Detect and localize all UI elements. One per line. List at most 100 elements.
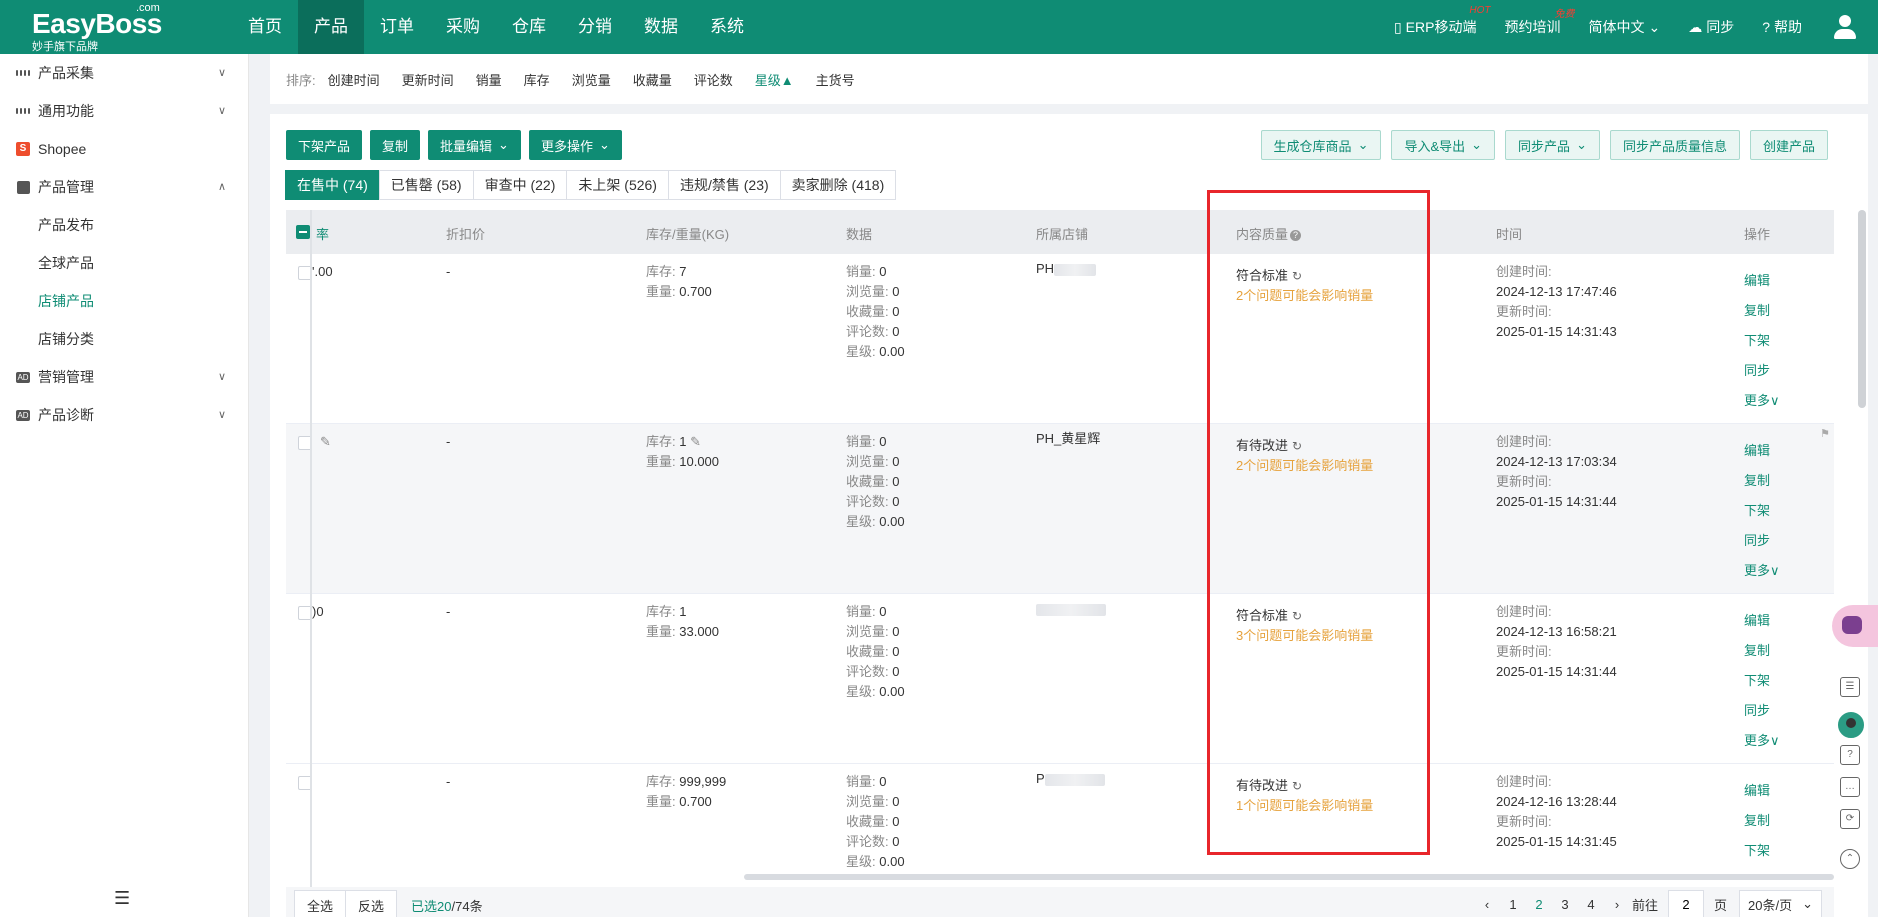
sort-stars[interactable]: 星级▲ [755,70,794,89]
sidebar-item-product-management[interactable]: 产品管理 ∧ [0,168,248,206]
refresh-link-icon[interactable]: ⟳ [1840,809,1860,829]
erp-mobile-link[interactable]: ▯ ERP移动端 HOT [1380,5,1491,37]
more-link[interactable]: 更多∨ [1744,386,1780,416]
pencil-icon[interactable]: ✎ [320,432,331,452]
nav-system[interactable]: 系统 [694,0,760,54]
sidebar-sub-global[interactable]: 全球产品 [0,244,248,282]
create-product-button[interactable]: 创建产品 [1749,130,1828,160]
sync-products-button[interactable]: 同步产品 ⌄ [1505,130,1600,160]
language-select[interactable]: 简体中文 ⌄ [1574,17,1674,37]
page-jump-input[interactable] [1668,890,1704,917]
page-2[interactable]: 2 [1528,897,1550,912]
sidebar-sub-store-categories[interactable]: 店铺分类 [0,320,248,358]
nav-products[interactable]: 产品 [298,0,364,54]
copy-link[interactable]: 复制 [1744,466,1780,496]
logo[interactable]: EasyBoss .com 妙手旗下品牌 [30,2,190,53]
sync-link[interactable]: 同步 [1744,696,1780,726]
sidebar-item-collection[interactable]: 产品采集 ∨ [0,54,248,92]
delist-link[interactable]: 下架 [1744,666,1780,696]
page-4[interactable]: 4 [1580,897,1602,912]
user-avatar-icon[interactable] [1832,14,1858,40]
question-icon[interactable]: ? [1290,230,1302,241]
help-button[interactable]: ? 帮助 [1748,17,1816,37]
tab-on-sale[interactable]: 在售中 (74) [285,170,380,200]
support-avatar-icon[interactable] [1836,710,1866,740]
edit-link[interactable]: 编辑 [1744,776,1770,806]
edit-link[interactable]: 编辑 [1744,436,1780,466]
delist-link[interactable]: 下架 [1744,326,1780,356]
invert-selection-button[interactable]: 反选 [345,890,398,917]
more-link[interactable]: 更多∨ [1744,726,1780,756]
sync-link[interactable]: 同步 [1744,356,1780,386]
cloud-icon: ☁ [1688,18,1703,35]
edit-link[interactable]: 编辑 [1744,606,1780,636]
quality-issues[interactable]: 3个问题可能会影响销量 [1236,626,1373,646]
menu-collapse-icon[interactable]: ☰ [114,888,130,909]
sidebar-item-shopee[interactable]: S Shopee [0,130,248,168]
nav-data[interactable]: 数据 [628,0,694,54]
select-all-button[interactable]: 全选 [294,890,347,917]
select-all-checkbox[interactable] [296,225,310,239]
sidebar-item-marketing[interactable]: AD 营销管理 ∨ [0,358,248,396]
tab-unlisted[interactable]: 未上架 (526) [566,170,669,200]
refresh-icon[interactable]: ↻ [1292,606,1302,626]
sort-sales[interactable]: 销量 [476,70,502,89]
sync-link[interactable]: 同步 [1744,526,1780,556]
delist-products-button[interactable]: 下架产品 [286,130,363,160]
nav-home[interactable]: 首页 [232,0,298,54]
checklist-icon[interactable]: ☰ [1840,677,1860,697]
nav-distribution[interactable]: 分销 [562,0,628,54]
batch-edit-button[interactable]: 批量编辑 ⌄ [428,130,521,160]
gen-warehouse-button[interactable]: 生成仓库商品 ⌄ [1260,130,1382,160]
next-page-icon[interactable]: › [1606,897,1628,912]
refresh-icon[interactable]: ↻ [1292,436,1302,456]
sync-button[interactable]: ☁ 同步 [1674,17,1748,37]
quality-issues[interactable]: 1个问题可能会影响销量 [1236,796,1373,816]
prev-page-icon[interactable]: ‹ [1476,897,1498,912]
copy-link[interactable]: 复制 [1744,806,1770,836]
training-link[interactable]: 预约培训 免费 [1490,9,1574,37]
copy-button[interactable]: 复制 [370,130,421,160]
refresh-icon[interactable]: ↻ [1292,266,1302,286]
tab-banned[interactable]: 违规/禁售 (23) [667,170,781,200]
vertical-scrollbar[interactable] [1858,210,1866,408]
sidebar-item-diagnosis[interactable]: AD 产品诊断 ∨ [0,396,248,434]
faq-icon[interactable]: ? [1840,745,1860,765]
more-ops-button[interactable]: 更多操作 ⌄ [528,130,622,160]
sort-updated[interactable]: 更新时间 [402,70,454,89]
sidebar-sub-publish[interactable]: 产品发布 [0,206,248,244]
sort-created[interactable]: 创建时间 [328,70,380,89]
horizontal-scrollbar[interactable] [744,874,1834,880]
page-3[interactable]: 3 [1554,897,1576,912]
import-export-button[interactable]: 导入&导出 ⌄ [1391,130,1496,160]
back-to-top-icon[interactable]: ⌃ [1840,849,1860,869]
sort-favorites[interactable]: 收藏量 [633,70,672,89]
quality-issues[interactable]: 2个问题可能会影响销量 [1236,286,1373,306]
tab-reviewing[interactable]: 审查中 (22) [472,170,568,200]
page-1[interactable]: 1 [1502,897,1524,912]
sort-sku[interactable]: 主货号 [816,70,855,89]
delist-link[interactable]: 下架 [1744,496,1780,526]
sort-reviews[interactable]: 评论数 [694,70,733,89]
sort-stock[interactable]: 库存 [524,70,550,89]
quality-issues[interactable]: 2个问题可能会影响销量 [1236,456,1373,476]
delist-link[interactable]: 下架 [1744,836,1770,866]
tab-sold-out[interactable]: 已售罄 (58) [378,170,474,200]
sidebar-sub-store-products[interactable]: 店铺产品 [0,282,248,320]
copy-link[interactable]: 复制 [1744,636,1780,666]
edit-link[interactable]: 编辑 [1744,266,1780,296]
chat-icon[interactable]: … [1840,777,1860,797]
sync-quality-button[interactable]: 同步产品质量信息 [1609,130,1740,160]
more-link[interactable]: 更多∨ [1744,556,1780,586]
tab-seller-deleted[interactable]: 卖家删除 (418) [779,170,897,200]
page-size-select[interactable]: 20条/页 ⌄ [1739,890,1822,917]
nav-warehouse[interactable]: 仓库 [496,0,562,54]
pencil-icon[interactable]: ✎ [690,434,701,449]
sidebar-item-common[interactable]: 通用功能 ∨ [0,92,248,130]
flag-icon[interactable]: ⚑ [1820,424,1830,444]
copy-link[interactable]: 复制 [1744,296,1780,326]
nav-purchase[interactable]: 采购 [430,0,496,54]
nav-orders[interactable]: 订单 [364,0,430,54]
refresh-icon[interactable]: ↻ [1292,776,1302,796]
sort-views[interactable]: 浏览量 [572,70,611,89]
